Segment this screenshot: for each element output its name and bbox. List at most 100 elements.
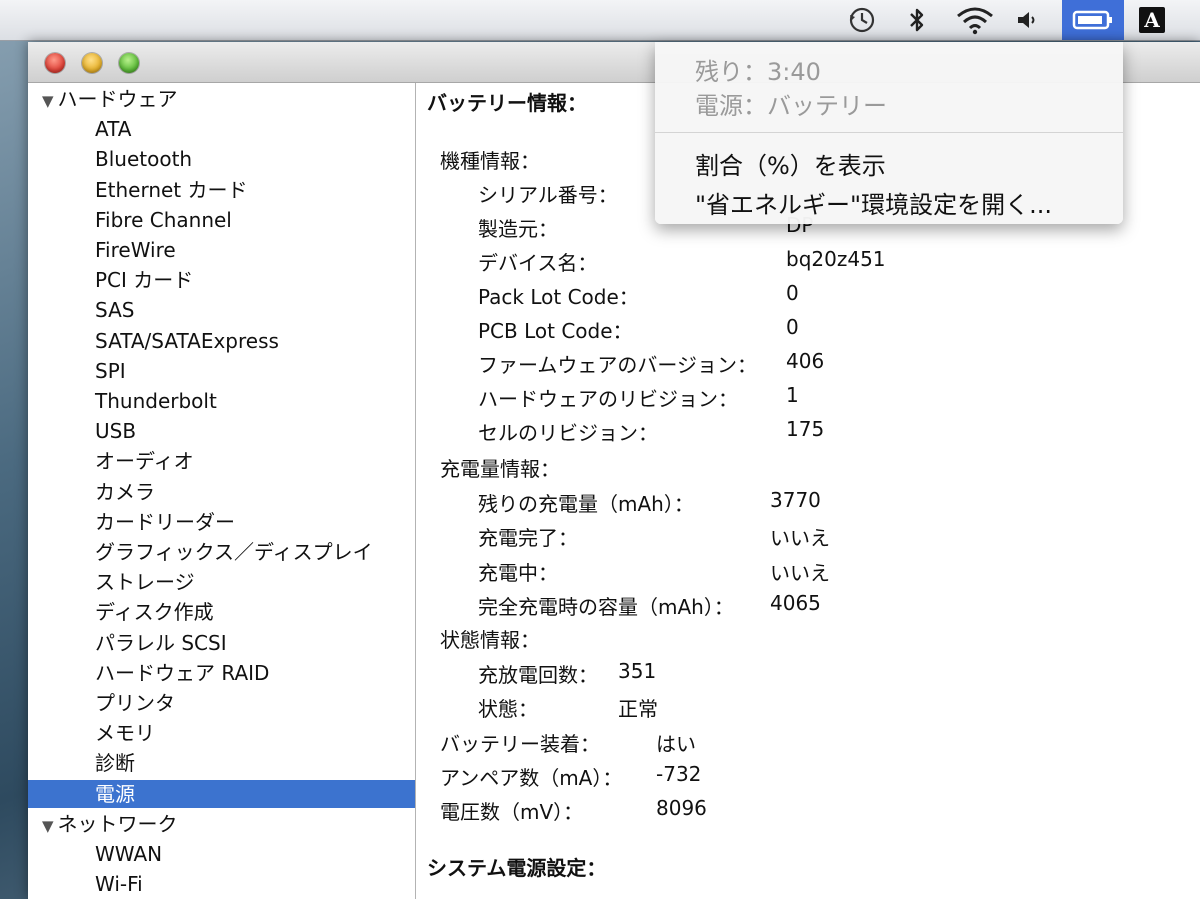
disclosure-triangle-icon[interactable]: ▼ bbox=[42, 87, 54, 115]
detail-row-value: 0 bbox=[786, 281, 799, 305]
detail-row-label: 残りの充電量（mAh）： bbox=[478, 492, 694, 516]
sidebar-item[interactable]: Thunderbolt bbox=[28, 387, 415, 415]
sidebar-item[interactable]: Wi-Fi bbox=[28, 870, 415, 898]
input-source-icon[interactable]: A bbox=[1132, 0, 1172, 40]
sidebar-item-label: SAS bbox=[95, 298, 135, 323]
minimize-button[interactable] bbox=[82, 53, 102, 73]
bluetooth-icon[interactable] bbox=[900, 0, 934, 40]
detail-row-value: 406 bbox=[786, 349, 825, 373]
sidebar-item-label: プリンタ bbox=[95, 691, 175, 715]
power-source-item: 電源：バッテリー bbox=[695, 92, 887, 120]
status-info-header: 状態情報： bbox=[440, 628, 540, 652]
sidebar-item-label: FireWire bbox=[95, 238, 176, 262]
sidebar-item-label: Ethernet カード bbox=[95, 177, 248, 202]
sidebar-group-label: ネットワーク bbox=[57, 811, 178, 836]
detail-row-value: 正常 bbox=[618, 697, 658, 721]
sidebar-item[interactable]: ハードウェア RAID bbox=[28, 659, 415, 687]
sidebar-item[interactable]: USB bbox=[28, 417, 415, 445]
close-button[interactable] bbox=[45, 53, 65, 73]
menu-bar: A bbox=[0, 0, 1200, 41]
volume-icon[interactable] bbox=[1010, 0, 1044, 40]
sidebar-item-label: カメラ bbox=[95, 479, 155, 504]
sidebar-item[interactable]: FireWire bbox=[28, 236, 415, 264]
sidebar-item[interactable]: ディスク作成 bbox=[28, 598, 415, 626]
sidebar-item[interactable]: 電源 bbox=[28, 779, 415, 808]
sidebar-item[interactable]: SPI bbox=[28, 357, 415, 385]
sidebar-item[interactable]: ストレージ bbox=[28, 568, 415, 596]
sidebar-item-label: パラレル SCSI bbox=[95, 630, 227, 655]
sidebar-item[interactable]: ATA bbox=[28, 115, 415, 143]
sidebar-item-label: 電源 bbox=[95, 781, 135, 806]
detail-row-value: 8096 bbox=[656, 796, 707, 820]
detail-row-label: バッテリー装着： bbox=[440, 732, 600, 756]
battery-menu: 残り：3:40 電源：バッテリー 割合（%）を表示 "省エネルギー"環境設定を開… bbox=[655, 42, 1123, 224]
detail-row-label: 電圧数（mV）： bbox=[440, 800, 584, 824]
sidebar-item-label: Thunderbolt bbox=[95, 389, 217, 413]
detail-row-value: 0 bbox=[786, 315, 799, 339]
wifi-icon[interactable] bbox=[950, 0, 1000, 40]
detail-row-value: 351 bbox=[618, 659, 657, 683]
sidebar-item[interactable]: カメラ bbox=[28, 478, 415, 506]
sidebar-item[interactable]: WWAN bbox=[28, 840, 415, 868]
sidebar-item-label: グラフィックス／ディスプレイ bbox=[95, 540, 373, 564]
sidebar-item-label: オーディオ bbox=[95, 449, 194, 474]
sidebar-item[interactable]: Ethernet カード bbox=[28, 176, 415, 204]
detail-row-value: 4065 bbox=[770, 590, 821, 615]
sidebar-item[interactable]: パラレル SCSI bbox=[28, 629, 415, 657]
detail-row-label: 製造元： bbox=[478, 217, 558, 241]
sidebar-item-label: SPI bbox=[95, 358, 126, 383]
detail-row-label: 充放電回数： bbox=[478, 663, 598, 687]
sidebar-item-label: PCI カード bbox=[95, 268, 194, 293]
sidebar-item[interactable]: 診断 bbox=[28, 749, 415, 777]
sidebar-item-label: ATA bbox=[95, 117, 132, 142]
detail-row-value: -732 bbox=[656, 762, 702, 786]
detail-row-label: 完全充電時の容量（mAh）： bbox=[478, 594, 734, 619]
sidebar-item[interactable]: カードリーダー bbox=[28, 508, 415, 536]
sidebar-item-label: 診断 bbox=[95, 751, 135, 776]
sidebar-group-label: ハードウェア bbox=[57, 87, 178, 111]
open-energy-saver-item[interactable]: "省エネルギー"環境設定を開く... bbox=[695, 185, 1052, 220]
disclosure-triangle-icon[interactable]: ▼ bbox=[42, 812, 54, 840]
sidebar-item-label: メモリ bbox=[95, 721, 155, 746]
sidebar-item[interactable]: プリンタ bbox=[28, 689, 415, 717]
sidebar: ▼ ハードウェア ATA Bluetooth Ethernet カード Fibre Cha… bbox=[28, 83, 416, 899]
detail-row-value: bq20z451 bbox=[786, 247, 886, 271]
detail-row-value: 3770 bbox=[770, 488, 821, 512]
sidebar-item[interactable]: Fibre Channel bbox=[28, 206, 415, 234]
sidebar-item-label: ハードウェア RAID bbox=[95, 660, 270, 685]
sidebar-item-label: Wi-Fi bbox=[95, 872, 143, 897]
charge-info-header: 充電量情報： bbox=[440, 457, 560, 481]
sidebar-group-network[interactable]: ▼ ネットワーク bbox=[28, 810, 415, 840]
detail-row-label: Pack Lot Code： bbox=[478, 285, 639, 309]
sidebar-item[interactable]: メモリ bbox=[28, 719, 415, 747]
zoom-button[interactable] bbox=[119, 53, 139, 73]
detail-row-label: PCB Lot Code： bbox=[478, 319, 633, 343]
sidebar-item-label: ストレージ bbox=[95, 570, 195, 595]
sidebar-item-label: WWAN bbox=[95, 842, 163, 866]
detail-row-value: はい bbox=[656, 732, 696, 756]
system-power-settings-header: システム電源設定： bbox=[427, 856, 607, 880]
sidebar-item[interactable]: Bluetooth bbox=[28, 145, 415, 173]
detail-row-value: 175 bbox=[786, 417, 825, 441]
sidebar-item-label: SATA/SATAExpress bbox=[95, 328, 279, 353]
sidebar-item-label: ディスク作成 bbox=[95, 600, 214, 625]
detail-row-label: ファームウェアのバージョン： bbox=[478, 353, 757, 377]
detail-row-label: 状態： bbox=[478, 697, 538, 721]
sidebar-item[interactable]: グラフィックス／ディスプレイ bbox=[28, 538, 415, 566]
sidebar-item[interactable]: PCI カード bbox=[28, 266, 415, 294]
detail-row-label: シリアル番号： bbox=[478, 183, 618, 207]
sidebar-item[interactable]: SATA/SATAExpress bbox=[28, 327, 415, 355]
sidebar-item[interactable]: SAS bbox=[28, 296, 415, 324]
menu-separator bbox=[655, 132, 1123, 133]
detail-row-label: デバイス名： bbox=[478, 251, 598, 275]
detail-row-label: 充電中： bbox=[478, 560, 558, 585]
time-machine-icon[interactable] bbox=[842, 0, 882, 40]
input-source-label: A bbox=[1139, 7, 1165, 33]
sidebar-group-hardware[interactable]: ▼ ハードウェア bbox=[28, 85, 415, 115]
sidebar-item-label: Bluetooth bbox=[95, 147, 193, 172]
detail-row-label: 充電完了： bbox=[478, 526, 578, 551]
show-percentage-item[interactable]: 割合（%）を表示 bbox=[695, 146, 886, 181]
sidebar-item[interactable]: オーディオ bbox=[28, 447, 415, 475]
battery-icon[interactable] bbox=[1062, 0, 1124, 40]
detail-row-value: いいえ bbox=[770, 560, 830, 585]
